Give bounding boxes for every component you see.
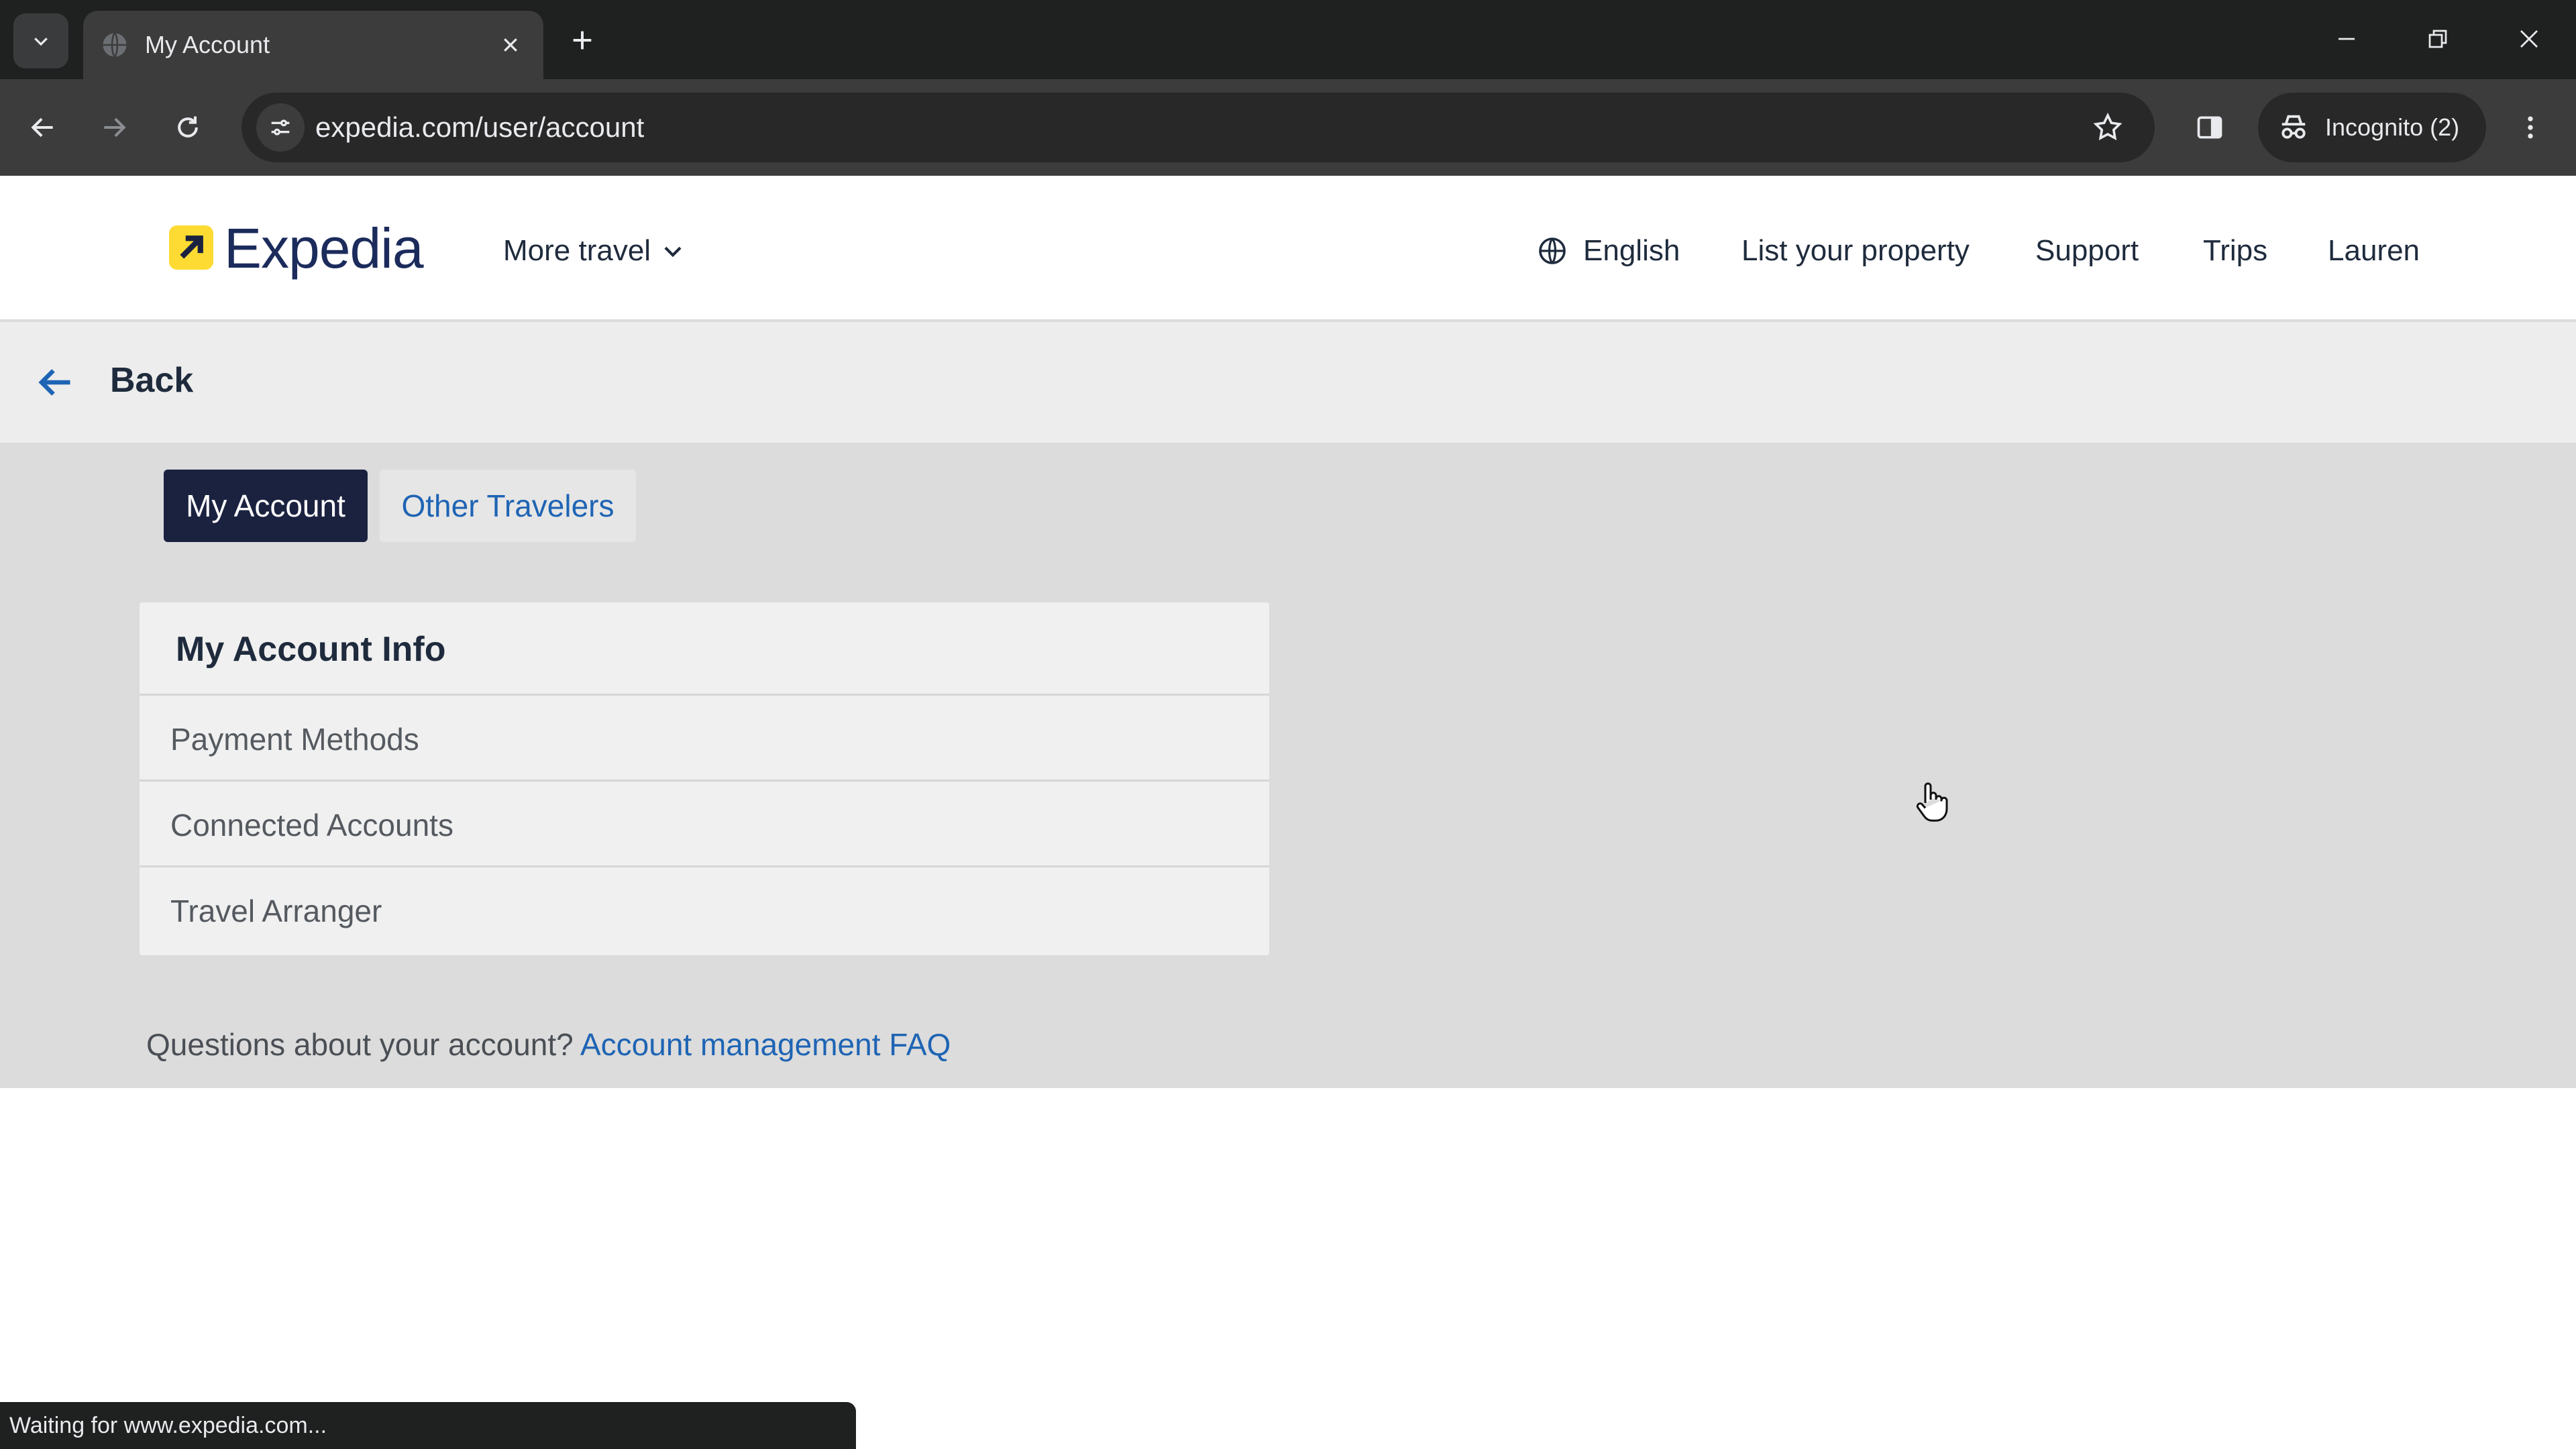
account-info-title: My Account Info <box>176 630 446 669</box>
trips-link[interactable]: Trips <box>2203 231 2267 271</box>
arrow-left-icon <box>31 117 53 138</box>
minimize-button[interactable] <box>2313 12 2380 66</box>
tab-my-account[interactable]: My Account <box>164 470 368 542</box>
status-bar: Waiting for www.expedia.com... <box>0 1402 856 1449</box>
back-bar: Back <box>0 322 2576 443</box>
close-window-button[interactable] <box>2496 12 2563 66</box>
browser-tabstrip: My Account <box>0 0 2576 79</box>
user-account-menu[interactable]: Lauren <box>2328 231 2420 271</box>
close-icon <box>2520 30 2538 48</box>
support-link[interactable]: Support <box>2035 231 2139 271</box>
language-label: English <box>1583 234 1680 267</box>
page-blank-area <box>0 1088 2576 1449</box>
tab-other-travelers[interactable]: Other Travelers <box>380 470 636 542</box>
address-bar[interactable]: expedia.com/user/account <box>241 93 2155 162</box>
reload-button[interactable] <box>160 99 216 156</box>
faq-link[interactable]: Account management FAQ <box>580 1027 951 1062</box>
faq-line: Questions about your account? Account ma… <box>146 1026 951 1063</box>
browser-toolbar: expedia.com/user/account Incognito (2) <box>0 79 2576 176</box>
arrow-left-icon[interactable] <box>34 362 76 402</box>
globe-favicon-icon <box>103 32 127 58</box>
site-info-button[interactable] <box>256 103 305 152</box>
browser-menu-button[interactable] <box>2502 99 2559 156</box>
menu-item-payment-methods[interactable]: Payment Methods <box>140 694 1269 780</box>
back-link[interactable]: Back <box>110 360 193 401</box>
more-travel-menu[interactable]: More travel <box>503 231 686 271</box>
tab-search-button[interactable] <box>13 13 68 68</box>
account-info-card: My Account Info Payment Methods Connecte… <box>140 602 1269 955</box>
reload-icon <box>178 116 198 138</box>
account-main: My Account Other Travelers My Account In… <box>0 443 2576 1088</box>
browser-tab[interactable]: My Account <box>83 11 543 79</box>
star-icon <box>2093 112 2123 141</box>
forward-nav-button[interactable] <box>86 99 142 156</box>
support-label: Support <box>2035 234 2139 267</box>
side-panel-button[interactable] <box>2182 99 2238 156</box>
menu-item-label: Travel Arranger <box>170 894 382 928</box>
hand-cursor-icon <box>1916 782 1948 822</box>
more-vertical-icon <box>2528 116 2533 139</box>
tab-title: My Account <box>145 31 270 58</box>
bookmark-button[interactable] <box>2088 107 2128 148</box>
tab-close-button[interactable] <box>491 25 530 64</box>
expedia-logo-text[interactable]: Expedia <box>224 217 424 279</box>
menu-item-label: Payment Methods <box>170 722 419 757</box>
site-header: Expedia More travel English List your pr… <box>0 176 2576 322</box>
arrow-right-icon <box>104 117 126 138</box>
url-text[interactable]: expedia.com/user/account <box>315 111 644 144</box>
side-panel-icon <box>2197 116 2222 139</box>
menu-item-label: Connected Accounts <box>170 808 453 843</box>
more-travel-label: More travel <box>503 234 651 267</box>
globe-icon <box>1539 237 1566 264</box>
back-nav-button[interactable] <box>15 99 71 156</box>
faq-question: Questions about your account? <box>146 1027 574 1062</box>
chevron-down-icon <box>34 38 48 46</box>
language-selector[interactable]: English <box>1536 231 1680 271</box>
restore-icon <box>2428 30 2447 48</box>
list-property-label: List your property <box>1741 234 1970 267</box>
incognito-icon <box>2282 115 2306 139</box>
incognito-indicator[interactable]: Incognito (2) <box>2258 93 2486 162</box>
menu-item-connected-accounts[interactable]: Connected Accounts <box>140 780 1269 865</box>
expedia-logo-icon[interactable] <box>169 225 213 270</box>
new-tab-button[interactable] <box>561 19 604 62</box>
chevron-down-icon <box>664 246 682 258</box>
close-icon <box>504 38 517 52</box>
user-name-label: Lauren <box>2328 234 2420 267</box>
minimize-icon <box>2339 38 2355 40</box>
list-property-link[interactable]: List your property <box>1741 231 1970 271</box>
incognito-label: Incognito (2) <box>2325 113 2460 141</box>
trips-label: Trips <box>2203 234 2268 267</box>
arrow-up-right-icon <box>180 235 203 259</box>
tune-icon <box>271 119 290 136</box>
plus-icon <box>573 31 592 50</box>
restore-button[interactable] <box>2404 12 2471 66</box>
menu-item-travel-arranger[interactable]: Travel Arranger <box>140 865 1269 951</box>
